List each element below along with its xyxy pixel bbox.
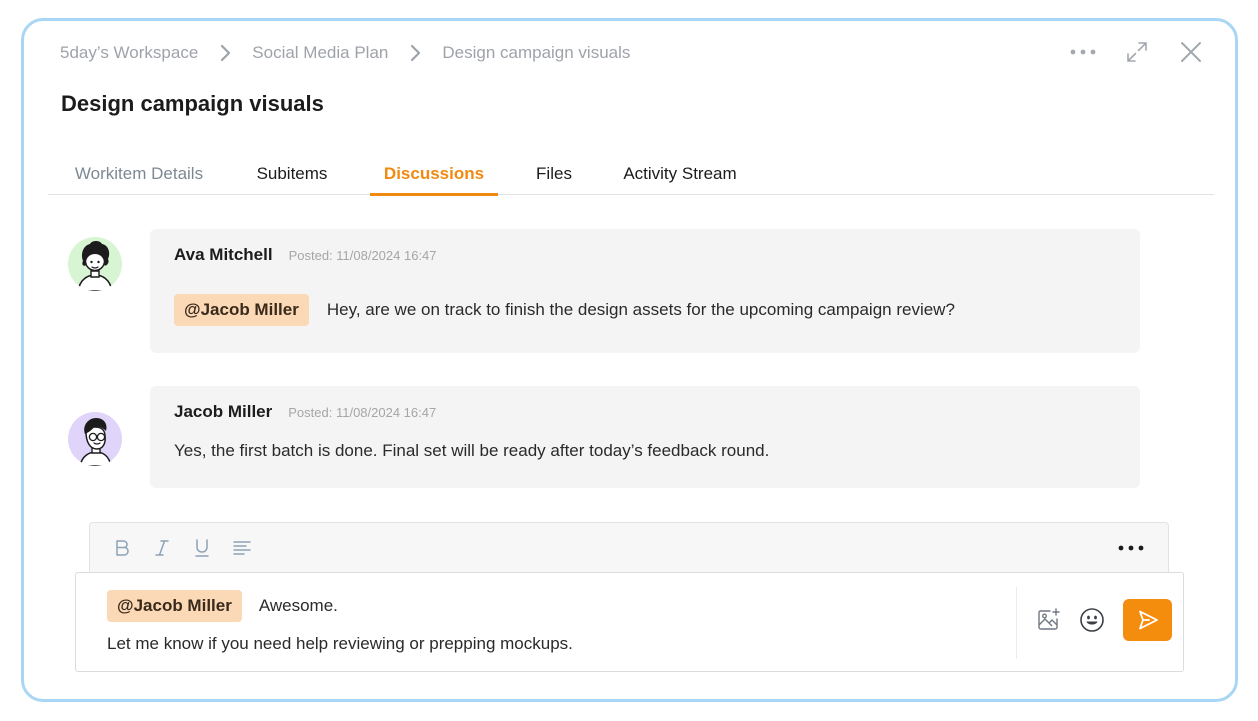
send-icon bbox=[1138, 610, 1158, 630]
workitem-modal: 5day’s Workspace Social Media Plan Desig… bbox=[21, 18, 1238, 702]
chevron-right-icon bbox=[398, 41, 432, 65]
tab-workitem-details[interactable]: Workitem Details bbox=[48, 153, 230, 195]
avatar[interactable] bbox=[68, 237, 122, 291]
comment-header: Jacob Miller Posted: 11/08/2024 16:47 bbox=[174, 402, 436, 422]
tab-activity-stream[interactable]: Activity Stream bbox=[610, 153, 750, 195]
tab-bar: Workitem Details Subitems Discussions Fi… bbox=[48, 153, 1214, 196]
editor-more-button[interactable] bbox=[1116, 535, 1146, 561]
avatar[interactable] bbox=[68, 412, 122, 466]
expand-button[interactable] bbox=[1119, 35, 1155, 69]
tab-subitems[interactable]: Subitems bbox=[238, 153, 346, 195]
mention-tag[interactable]: @Jacob Miller bbox=[107, 590, 242, 622]
emoji-icon bbox=[1080, 608, 1104, 632]
comment-body: @Jacob Miller Hey, are we on track to fi… bbox=[174, 294, 955, 326]
add-image-button[interactable] bbox=[1033, 604, 1063, 636]
chevron-right-icon bbox=[208, 41, 242, 65]
tab-discussions[interactable]: Discussions bbox=[370, 153, 498, 196]
close-icon bbox=[1181, 42, 1201, 62]
align-button[interactable] bbox=[230, 536, 254, 560]
close-button[interactable] bbox=[1173, 35, 1209, 69]
editor-text: Let me know if you need help reviewing o… bbox=[107, 634, 573, 653]
bold-icon bbox=[116, 540, 129, 556]
comment-author[interactable]: Ava Mitchell bbox=[174, 245, 273, 265]
header-actions bbox=[1065, 35, 1209, 69]
underline-button[interactable] bbox=[190, 536, 214, 560]
comment-text: Yes, the first batch is done. Final set … bbox=[174, 441, 770, 460]
user-avatar-icon bbox=[79, 418, 112, 466]
more-horizontal-icon bbox=[1070, 49, 1096, 55]
editor-text: Awesome. bbox=[258, 596, 338, 615]
comment-author[interactable]: Jacob Miller bbox=[174, 402, 272, 422]
more-horizontal-icon bbox=[1118, 545, 1144, 551]
breadcrumb: 5day’s Workspace Social Media Plan Desig… bbox=[60, 41, 630, 65]
breadcrumb-item-workspace[interactable]: 5day’s Workspace bbox=[60, 43, 198, 63]
more-options-button[interactable] bbox=[1065, 35, 1101, 69]
editor-line-1: @Jacob Miller Awesome. bbox=[107, 590, 338, 622]
comment-card: Ava Mitchell Posted: 11/08/2024 16:47 @J… bbox=[150, 229, 1140, 353]
align-icon bbox=[233, 541, 251, 555]
breadcrumb-item-current: Design campaign visuals bbox=[442, 43, 631, 62]
editor-actions bbox=[1033, 599, 1172, 641]
page-title: Design campaign visuals bbox=[61, 91, 324, 116]
italic-icon bbox=[155, 540, 169, 556]
editor-toolbar bbox=[89, 522, 1169, 572]
emoji-button[interactable] bbox=[1077, 604, 1107, 636]
comment-text: Hey, are we on track to finish the desig… bbox=[326, 300, 955, 319]
expand-icon bbox=[1127, 42, 1147, 62]
underline-icon bbox=[195, 539, 209, 557]
italic-button[interactable] bbox=[150, 536, 174, 560]
comment-header: Ava Mitchell Posted: 11/08/2024 16:47 bbox=[174, 245, 437, 265]
comment-card: Jacob Miller Posted: 11/08/2024 16:47 Ye… bbox=[150, 386, 1140, 488]
breadcrumb-item-project[interactable]: Social Media Plan bbox=[252, 43, 388, 63]
user-avatar-icon bbox=[77, 241, 113, 291]
mention-tag[interactable]: @Jacob Miller bbox=[174, 294, 309, 326]
comment-timestamp: Posted: 11/08/2024 16:47 bbox=[288, 405, 437, 420]
message-editor[interactable]: @Jacob Miller Awesome. Let me know if yo… bbox=[75, 572, 1184, 672]
tab-files[interactable]: Files bbox=[518, 153, 590, 195]
comment-timestamp: Posted: 11/08/2024 16:47 bbox=[288, 248, 437, 263]
bold-button[interactable] bbox=[110, 536, 134, 560]
add-image-icon bbox=[1038, 608, 1060, 630]
divider bbox=[1016, 587, 1017, 659]
send-button[interactable] bbox=[1123, 599, 1172, 641]
